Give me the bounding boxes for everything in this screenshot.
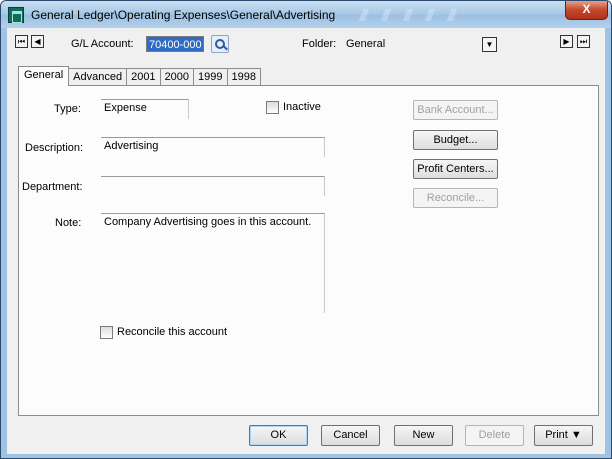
gl-account-label: G/L Account: [71,38,134,50]
title-deco-stripe [424,9,436,21]
gl-account-lookup-button[interactable] [211,35,229,53]
department-label: Department: [22,181,83,193]
cancel-button[interactable]: Cancel [321,425,380,446]
title-deco-stripe [358,9,370,21]
window-client-area: ⏮ ◀ G/L Account: 70400-000 Folder: Gener… [7,28,605,454]
previous-record-button[interactable]: ◀ [31,35,44,48]
gl-account-window: General Ledger\Operating Expenses\Genera… [0,0,612,459]
bank-account-button[interactable]: Bank Account... [413,100,498,120]
description-field[interactable]: Advertising [101,137,325,157]
tab-1998[interactable]: 1998 [226,68,262,86]
folder-label: Folder: [302,38,337,50]
tab-2001[interactable]: 2001 [126,68,161,86]
inactive-checkbox[interactable] [266,101,279,114]
tab-strip: General Advanced 2001 2000 1999 1998 [18,66,262,86]
type-field: Expense [101,99,189,119]
first-record-button[interactable]: ⏮ [15,35,28,48]
type-label: Type: [54,103,81,115]
department-field[interactable] [101,176,325,196]
chevron-down-icon[interactable]: ▼ [482,37,497,52]
last-record-button[interactable]: ⏭ [577,35,590,48]
ledger-app-icon [8,7,24,23]
close-button[interactable]: X [565,1,608,20]
inactive-label[interactable]: Inactive [283,101,321,113]
folder-selected-value: General [346,38,386,50]
profit-centers-button[interactable]: Profit Centers... [413,159,498,179]
title-decoration [358,5,541,25]
description-value: Advertising [104,140,159,152]
print-button[interactable]: Print ▼ [534,425,593,446]
note-value: Company Advertising goes in this account… [104,216,312,228]
title-bar[interactable]: General Ledger\Operating Expenses\Genera… [1,1,611,28]
new-button[interactable]: New [394,425,453,446]
reconcile-account-checkbox[interactable] [100,326,113,339]
folder-select[interactable]: General ▼ [343,36,497,54]
delete-button[interactable]: Delete [465,425,524,446]
tab-1999[interactable]: 1999 [193,68,228,86]
ok-button[interactable]: OK [249,425,308,446]
title-deco-stripe [402,9,414,21]
title-deco-stripe [380,9,392,21]
budget-button[interactable]: Budget... [413,130,498,150]
reconcile-button[interactable]: Reconcile... [413,188,498,208]
next-record-button[interactable]: ▶ [560,35,573,48]
tab-advanced[interactable]: Advanced [68,68,128,86]
note-field[interactable]: Company Advertising goes in this account… [101,213,325,313]
gl-account-input[interactable]: 70400-000 [146,36,204,52]
type-value: Expense [104,102,147,114]
note-label: Note: [55,217,82,229]
title-deco-stripe [446,9,458,21]
tab-general[interactable]: General [18,66,70,86]
general-tab-panel: Type: Expense Inactive Description: Adve… [18,85,599,416]
tab-2000[interactable]: 2000 [159,68,195,86]
description-label: Description: [25,142,84,154]
window-title: General Ledger\Operating Expenses\Genera… [31,8,336,22]
reconcile-account-label[interactable]: Reconcile this account [117,326,227,338]
